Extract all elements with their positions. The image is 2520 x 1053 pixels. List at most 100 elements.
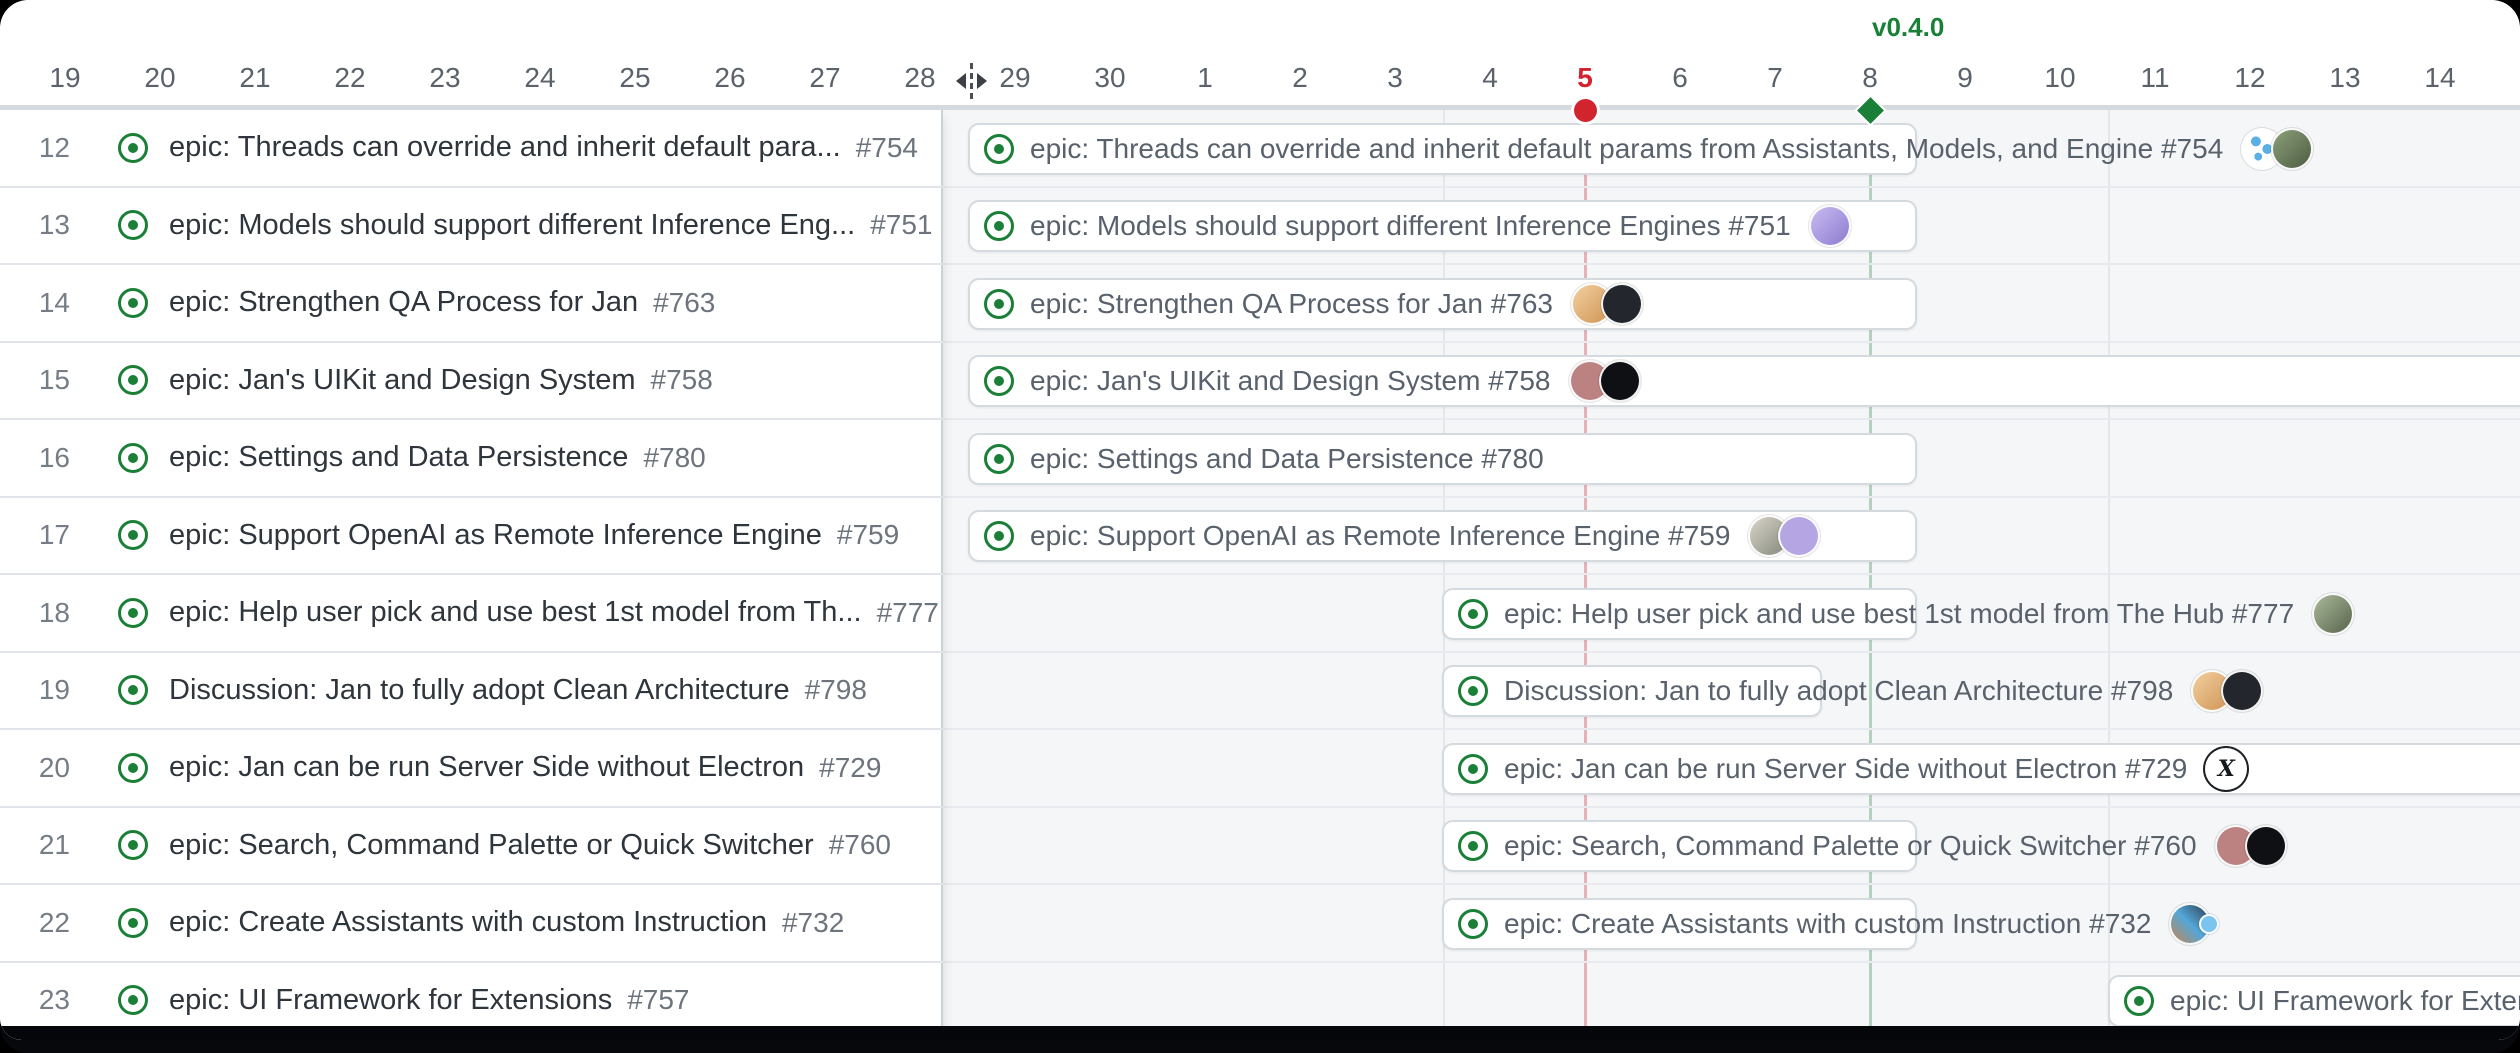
day-label-11: 11	[2107, 62, 2203, 94]
roadmap-content: epic: Threads can override and inherit d…	[0, 0, 2520, 1040]
open-issue-icon	[118, 753, 148, 783]
open-issue-icon	[1458, 831, 1488, 861]
avatar-user-photo[interactable]	[2271, 128, 2313, 170]
roadmap-bar-issue-777[interactable]: epic: Help user pick and use best 1st mo…	[1442, 588, 1917, 640]
row-number: 21	[0, 829, 70, 861]
issue-number[interactable]: #760	[829, 829, 891, 861]
issue-number[interactable]: #759	[837, 519, 899, 551]
open-issue-icon	[118, 210, 148, 240]
issue-number[interactable]: #754	[856, 132, 918, 164]
day-label-22: 22	[302, 62, 398, 94]
table-row-issue-751[interactable]: 13epic: Models should support different …	[0, 188, 943, 266]
col-resize-cursor[interactable]	[948, 63, 995, 99]
issues-table: 12 epic: Threads can override and inherit…	[0, 110, 943, 1040]
roadmap-bar-issue-754[interactable]: epic: Threads can override and inherit d…	[968, 123, 1917, 175]
issue-number[interactable]: #763	[653, 287, 715, 319]
issue-title[interactable]: epic: Support OpenAI as Remote Inference…	[169, 519, 822, 552]
roadmap-bar-issue-729[interactable]: epic: Jan can be run Server Side without…	[1442, 743, 2520, 795]
table-row-issue-729[interactable]: 20 epic: Jan can be run Server Side witho…	[0, 730, 943, 808]
day-label-23: 23	[397, 62, 493, 94]
roadmap-bar-issue-780[interactable]: epic: Settings and Data Persistence #780	[968, 433, 1917, 485]
day-label-14: 14	[2392, 62, 2488, 94]
issue-number[interactable]: #758	[651, 364, 713, 396]
issue-number[interactable]: #757	[627, 984, 689, 1016]
bar-issue-title: epic: Strengthen QA Process for Jan #763	[1030, 288, 1553, 320]
roadmap-bar-issue-760[interactable]: epic: Search, Command Palette or Quick S…	[1442, 820, 1917, 872]
bar-issue-title: epic: Search, Command Palette or Quick S…	[1504, 830, 2197, 862]
avatar-user-purple[interactable]	[1809, 205, 1851, 247]
issue-title[interactable]: epic: Threads can override and inherit d…	[169, 131, 841, 164]
avatar-lavender[interactable]	[1778, 515, 1820, 557]
roadmap-bar-issue-758[interactable]: epic: Jan's UIKit and Design System #758	[968, 355, 2520, 407]
issue-title[interactable]: epic: UI Framework for Extensions	[169, 984, 612, 1017]
row-number: 17	[0, 519, 70, 551]
bottom-scroll-bar[interactable]	[0, 1026, 2520, 1040]
issue-title[interactable]: epic: Jan's UIKit and Design System	[169, 364, 636, 397]
table-row-issue-777[interactable]: 18epic: Help user pick and use best 1st …	[0, 575, 943, 653]
issue-title[interactable]: epic: Create Assistants with custom Inst…	[169, 906, 767, 939]
issue-title[interactable]: epic: Models should support different In…	[169, 209, 855, 242]
bar-issue-title: epic: UI Framework for Extensions #757	[2170, 985, 2520, 1017]
open-issue-icon	[118, 365, 148, 395]
table-row-issue-798[interactable]: 19Discussion: Jan to fully adopt Clean A…	[0, 653, 943, 731]
row-number: 20	[0, 752, 70, 784]
issue-title[interactable]: epic: Jan can be run Server Side without…	[169, 751, 804, 784]
issue-title[interactable]: epic: Settings and Data Persistence	[169, 441, 628, 474]
roadmap-bar-issue-798[interactable]: Discussion: Jan to fully adopt Clean Arc…	[1442, 665, 1822, 717]
roadmap-bar-issue-759[interactable]: epic: Support OpenAI as Remote Inference…	[968, 510, 1917, 562]
bar-issue-title: Discussion: Jan to fully adopt Clean Arc…	[1504, 675, 2173, 707]
roadmap-screen: epic: Threads can override and inherit d…	[0, 0, 2520, 1053]
milestone-version-label: v0.4.0	[1872, 12, 1944, 43]
issue-number[interactable]: #729	[819, 752, 881, 784]
issue-number[interactable]: #751	[870, 209, 932, 241]
issue-number[interactable]: #732	[782, 907, 844, 939]
bar-issue-title: epic: Settings and Data Persistence #780	[1030, 443, 1544, 475]
assignee-avatars	[1571, 283, 1643, 325]
table-row-issue-754[interactable]: 12 epic: Threads can override and inherit…	[0, 110, 943, 188]
resize-divider-icon	[970, 63, 973, 99]
open-issue-icon	[118, 985, 148, 1015]
issue-number[interactable]: #777	[877, 597, 939, 629]
row-number: 23	[0, 984, 70, 1016]
table-row-issue-732[interactable]: 22epic: Create Assistants with custom In…	[0, 885, 943, 963]
avatar-x-logo[interactable]: X	[2205, 748, 2247, 790]
bar-issue-title: epic: Models should support different In…	[1030, 210, 1791, 242]
avatar-user-photo[interactable]	[2312, 593, 2354, 635]
day-label-6: 6	[1632, 62, 1728, 94]
open-issue-icon	[118, 443, 148, 473]
app-window: epic: Threads can override and inherit d…	[0, 0, 2520, 1053]
table-row-issue-760[interactable]: 21 epic: Search, Command Palette or Quick…	[0, 808, 943, 886]
day-label-20: 20	[112, 62, 208, 94]
open-issue-icon	[1458, 909, 1488, 939]
row-number: 12	[0, 132, 70, 164]
avatar-blue-mini[interactable]	[2199, 914, 2219, 934]
table-row-issue-780[interactable]: 16epic: Settings and Data Persistence#78…	[0, 420, 943, 498]
issue-number[interactable]: #780	[643, 442, 705, 474]
table-row-issue-758[interactable]: 15epic: Jan's UIKit and Design System#75…	[0, 343, 943, 421]
roadmap-bar-issue-757[interactable]: epic: UI Framework for Extensions #757	[2108, 975, 2520, 1027]
avatar-dark[interactable]	[1601, 283, 1643, 325]
assignee-avatars	[1569, 360, 1641, 402]
issue-title[interactable]: Discussion: Jan to fully adopt Clean Arc…	[169, 674, 790, 707]
open-issue-icon	[2124, 986, 2154, 1016]
avatar-dark[interactable]	[2221, 670, 2263, 712]
roadmap-bar-issue-732[interactable]: epic: Create Assistants with custom Inst…	[1442, 898, 1917, 950]
issue-title[interactable]: epic: Search, Command Palette or Quick S…	[169, 829, 814, 862]
assignee-avatars	[1809, 205, 1851, 247]
milestone-marker-diamond[interactable]	[1857, 97, 1884, 124]
issue-number[interactable]: #798	[805, 674, 867, 706]
open-issue-icon	[984, 134, 1014, 164]
day-label-30: 30	[1062, 62, 1158, 94]
issue-title[interactable]: epic: Help user pick and use best 1st mo…	[169, 596, 862, 629]
bar-issue-title: epic: Threads can override and inherit d…	[1030, 133, 2223, 165]
avatar-black[interactable]	[1599, 360, 1641, 402]
day-label-26: 26	[682, 62, 778, 94]
roadmap-bar-issue-763[interactable]: epic: Strengthen QA Process for Jan #763	[968, 278, 1917, 330]
day-label-3: 3	[1347, 62, 1443, 94]
table-row-issue-759[interactable]: 17 epic: Support OpenAI as Remote Inferen…	[0, 498, 943, 576]
table-row-issue-763[interactable]: 14epic: Strengthen QA Process for Jan#76…	[0, 265, 943, 343]
roadmap-bar-issue-751[interactable]: epic: Models should support different In…	[968, 200, 1917, 252]
avatar-black[interactable]	[2245, 825, 2287, 867]
day-label-12: 12	[2202, 62, 2298, 94]
issue-title[interactable]: epic: Strengthen QA Process for Jan	[169, 286, 638, 319]
